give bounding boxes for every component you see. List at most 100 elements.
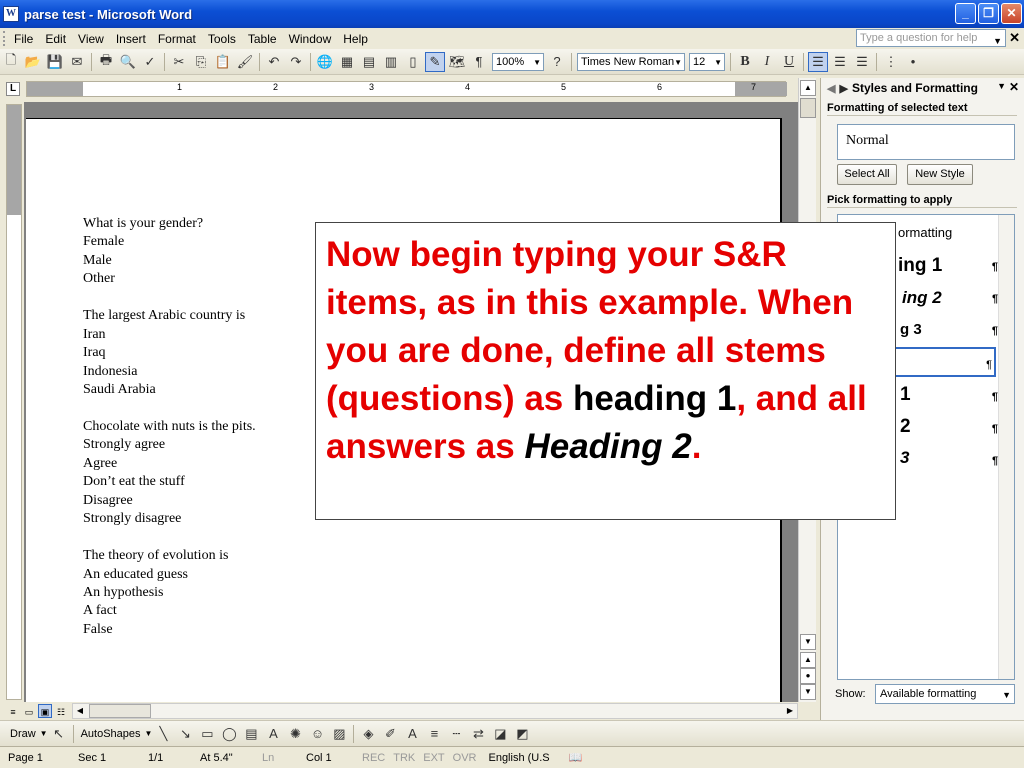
cut-icon[interactable]: ✂ xyxy=(169,52,189,72)
document-map-icon[interactable]: 🗺 xyxy=(447,52,467,72)
oval-icon[interactable]: ◯ xyxy=(219,724,239,744)
help-search-input[interactable]: Type a question for help ▼ xyxy=(856,29,1006,47)
menu-tools[interactable]: Tools xyxy=(202,32,242,46)
scroll-up-icon[interactable]: ▲ xyxy=(800,80,816,96)
status-ovr[interactable]: OVR xyxy=(449,752,481,764)
hyperlink-icon[interactable]: 🌐 xyxy=(315,52,335,72)
spelling-icon[interactable]: ✓ xyxy=(140,52,160,72)
status-rec[interactable]: REC xyxy=(358,752,389,764)
draw-menu[interactable]: Draw xyxy=(0,728,40,740)
status-ext[interactable]: EXT xyxy=(419,752,448,764)
next-page-icon[interactable]: ▼ xyxy=(800,684,816,700)
paste-icon[interactable]: 📋 xyxy=(213,52,233,72)
outline-view-icon[interactable]: ☷ xyxy=(54,704,68,718)
select-browse-object-icon[interactable]: ● xyxy=(800,668,816,684)
diagram-icon[interactable]: ✺ xyxy=(285,724,305,744)
select-objects-icon[interactable]: ↖ xyxy=(49,724,69,744)
text-box-icon[interactable]: ▤ xyxy=(241,724,261,744)
horizontal-ruler[interactable]: 1 2 3 4 5 6 7 xyxy=(26,81,787,97)
open-folder-icon[interactable]: 📂 xyxy=(23,52,43,72)
font-size-select[interactable]: 12 ▼ xyxy=(689,52,725,71)
insert-excel-icon[interactable]: ▥ xyxy=(381,52,401,72)
horizontal-scrollbar[interactable]: ◀ ▶ xyxy=(72,703,798,719)
line-icon[interactable]: ╲ xyxy=(153,724,173,744)
chevron-down-icon[interactable]: ▼ xyxy=(40,729,48,738)
menu-view[interactable]: View xyxy=(72,32,110,46)
picture-icon[interactable]: ▨ xyxy=(329,724,349,744)
menu-table[interactable]: Table xyxy=(242,32,283,46)
align-right-icon[interactable]: ☰ xyxy=(852,52,872,72)
arrow-style-icon[interactable]: ⇄ xyxy=(468,724,488,744)
redo-icon[interactable]: ↷ xyxy=(286,52,306,72)
fill-color-icon[interactable]: ◈ xyxy=(358,724,378,744)
spelling-status-icon[interactable]: 📖 xyxy=(560,751,590,764)
vertical-ruler[interactable] xyxy=(6,104,22,700)
columns-icon[interactable]: ▯ xyxy=(403,52,423,72)
status-trk[interactable]: TRK xyxy=(389,752,419,764)
menu-edit[interactable]: Edit xyxy=(39,32,72,46)
menu-format[interactable]: Format xyxy=(152,32,202,46)
normal-view-icon[interactable]: ≡ xyxy=(6,704,20,718)
new-document-icon[interactable]: 🗋 xyxy=(1,52,21,72)
select-all-button[interactable]: Select All xyxy=(837,164,897,185)
show-select[interactable]: Available formatting ▼ xyxy=(875,684,1015,704)
format-painter-icon[interactable]: 🖌 xyxy=(235,52,255,72)
menu-file[interactable]: File xyxy=(8,32,39,46)
font-select[interactable]: Times New Roman ▼ xyxy=(577,52,685,71)
back-arrow-icon[interactable]: ◀ xyxy=(827,82,835,95)
underline-button[interactable]: U xyxy=(779,52,799,72)
dash-style-icon[interactable]: ┄ xyxy=(446,724,466,744)
insert-table-icon[interactable]: ▤ xyxy=(359,52,379,72)
font-color-icon[interactable]: A xyxy=(402,724,422,744)
permission-icon[interactable]: ✉ xyxy=(67,52,87,72)
chevron-down-icon[interactable]: ▼ xyxy=(993,33,1002,49)
arrow-icon[interactable]: ↘ xyxy=(175,724,195,744)
new-style-button[interactable]: New Style xyxy=(907,164,973,185)
autoshapes-menu[interactable]: AutoShapes xyxy=(77,728,145,740)
undo-icon[interactable]: ↶ xyxy=(264,52,284,72)
bullets-icon[interactable]: • xyxy=(903,52,923,72)
save-icon[interactable]: 💾 xyxy=(45,52,65,72)
zoom-select[interactable]: 100% ▼ xyxy=(492,52,544,71)
scroll-left-icon[interactable]: ◀ xyxy=(73,704,87,718)
document-close-icon[interactable]: ✕ xyxy=(1009,30,1020,46)
menu-insert[interactable]: Insert xyxy=(110,32,152,46)
scroll-right-icon[interactable]: ▶ xyxy=(783,704,797,718)
3d-icon[interactable]: ◩ xyxy=(512,724,532,744)
scroll-down-icon[interactable]: ▼ xyxy=(800,634,816,650)
wordart-icon[interactable]: A xyxy=(263,724,283,744)
close-icon[interactable]: ✕ xyxy=(1009,80,1019,94)
print-layout-icon[interactable]: ▣ xyxy=(38,704,52,718)
tab-stop-selector[interactable]: L xyxy=(6,82,20,96)
copy-icon[interactable]: ⎘ xyxy=(191,52,211,72)
previous-page-icon[interactable]: ▲ xyxy=(800,652,816,668)
current-style-box[interactable]: Normal xyxy=(837,124,1015,160)
chevron-down-icon[interactable]: ▼ xyxy=(997,81,1006,91)
line-color-icon[interactable]: ✐ xyxy=(380,724,400,744)
maximize-button[interactable]: ❐ xyxy=(978,3,999,24)
scroll-thumb[interactable] xyxy=(800,98,816,118)
tables-borders-icon[interactable]: ▦ xyxy=(337,52,357,72)
shadow-icon[interactable]: ◪ xyxy=(490,724,510,744)
numbering-icon[interactable]: ⋮ xyxy=(881,52,901,72)
italic-button[interactable]: I xyxy=(757,52,777,72)
rectangle-icon[interactable]: ▭ xyxy=(197,724,217,744)
bold-button[interactable]: B xyxy=(735,52,755,72)
print-preview-icon[interactable]: 🔍 xyxy=(118,52,138,72)
clip-art-icon[interactable]: ☺ xyxy=(307,724,327,744)
chevron-down-icon[interactable]: ▼ xyxy=(145,729,153,738)
align-left-icon[interactable]: ☰ xyxy=(808,51,828,72)
menu-window[interactable]: Window xyxy=(283,32,338,46)
forward-arrow-icon[interactable]: ▶ xyxy=(839,82,847,95)
help-icon[interactable]: ? xyxy=(547,52,567,72)
align-center-icon[interactable]: ☰ xyxy=(830,52,850,72)
line-style-icon[interactable]: ≡ xyxy=(424,724,444,744)
web-layout-icon[interactable]: ▭ xyxy=(22,704,36,718)
show-hide-icon[interactable]: ¶ xyxy=(469,52,489,72)
drawing-icon[interactable]: ✎ xyxy=(425,51,445,72)
horizontal-scroll-thumb[interactable] xyxy=(89,704,151,718)
style-list-scrollbar[interactable] xyxy=(998,215,1014,679)
print-icon[interactable]: 🖶 xyxy=(96,52,116,72)
word-app-icon[interactable]: W xyxy=(3,6,19,22)
minimize-button[interactable]: _ xyxy=(955,3,976,24)
